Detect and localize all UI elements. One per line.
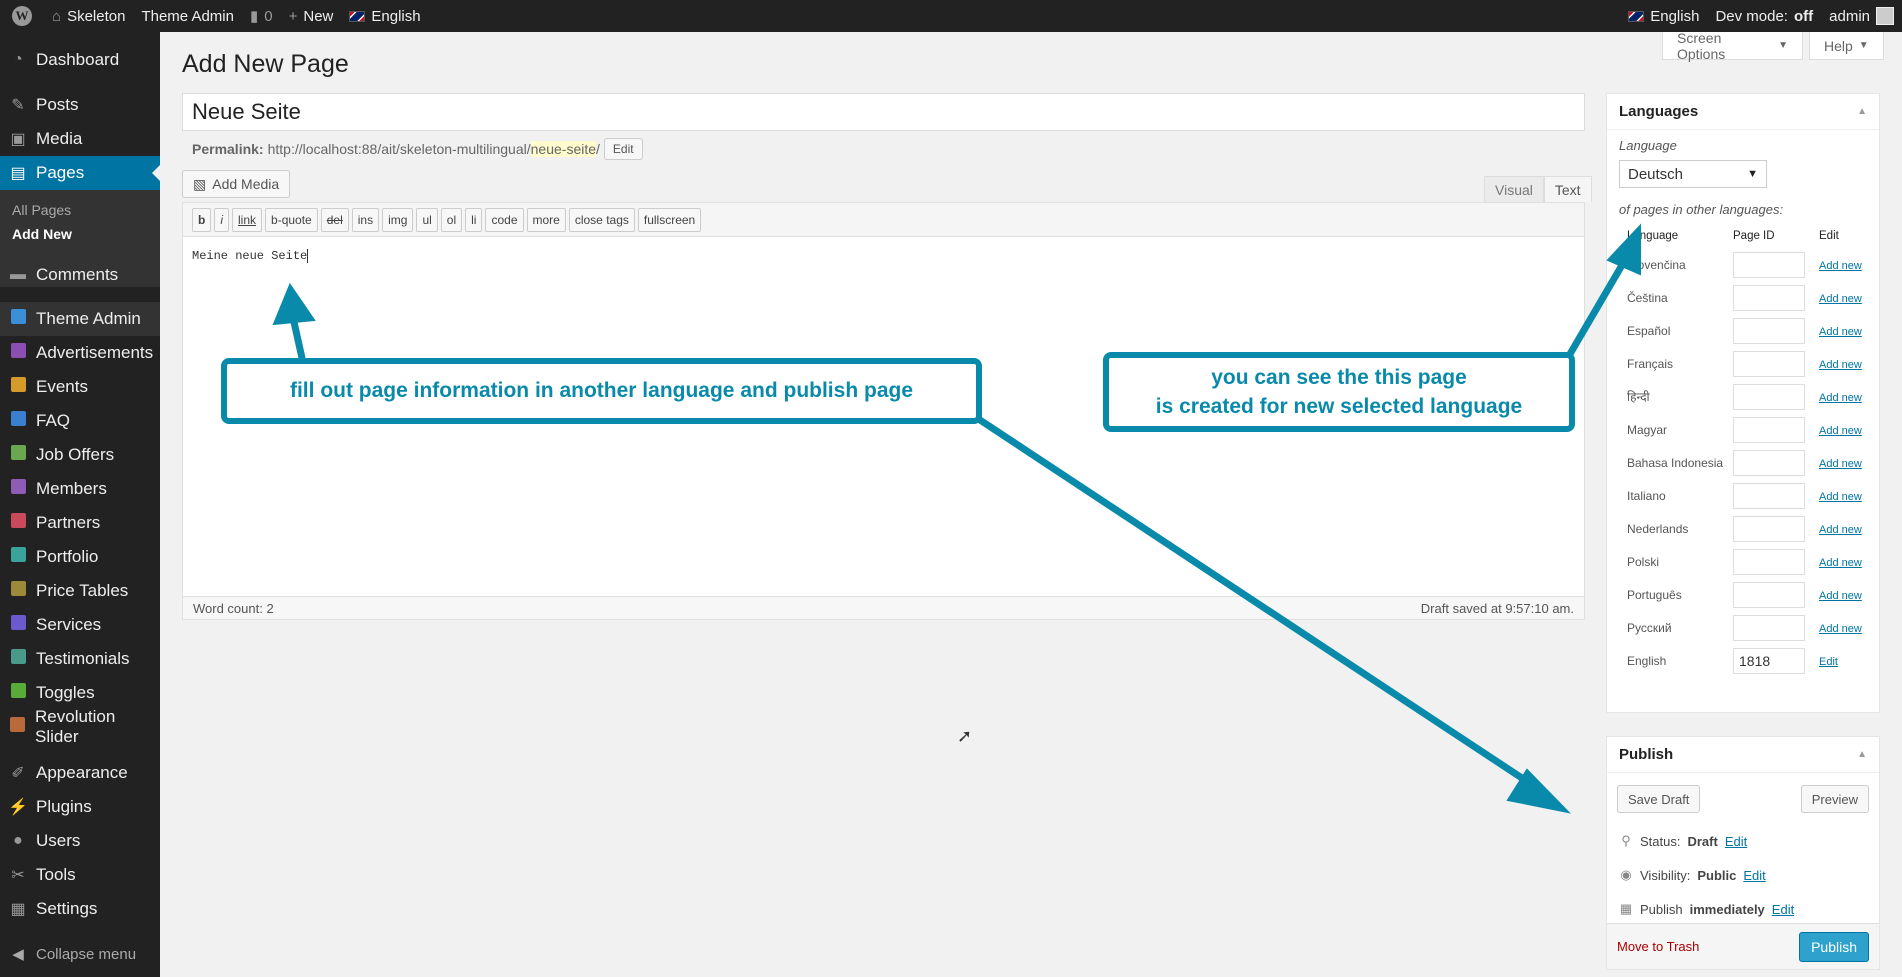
arrow-to-languages <box>1566 256 1629 358</box>
arrow-up-to-editor <box>290 318 306 362</box>
arrow-to-publish <box>976 416 1544 794</box>
annotation-callout-left: fill out page information in another lan… <box>221 358 982 424</box>
arrow-head <box>1606 223 1641 276</box>
arrow-head <box>272 282 316 326</box>
annotation-arrows <box>272 223 1641 814</box>
annotation-callout-right: you can see the this page is created for… <box>1103 352 1575 432</box>
mouse-pointer-icon: ➚ <box>957 726 973 746</box>
